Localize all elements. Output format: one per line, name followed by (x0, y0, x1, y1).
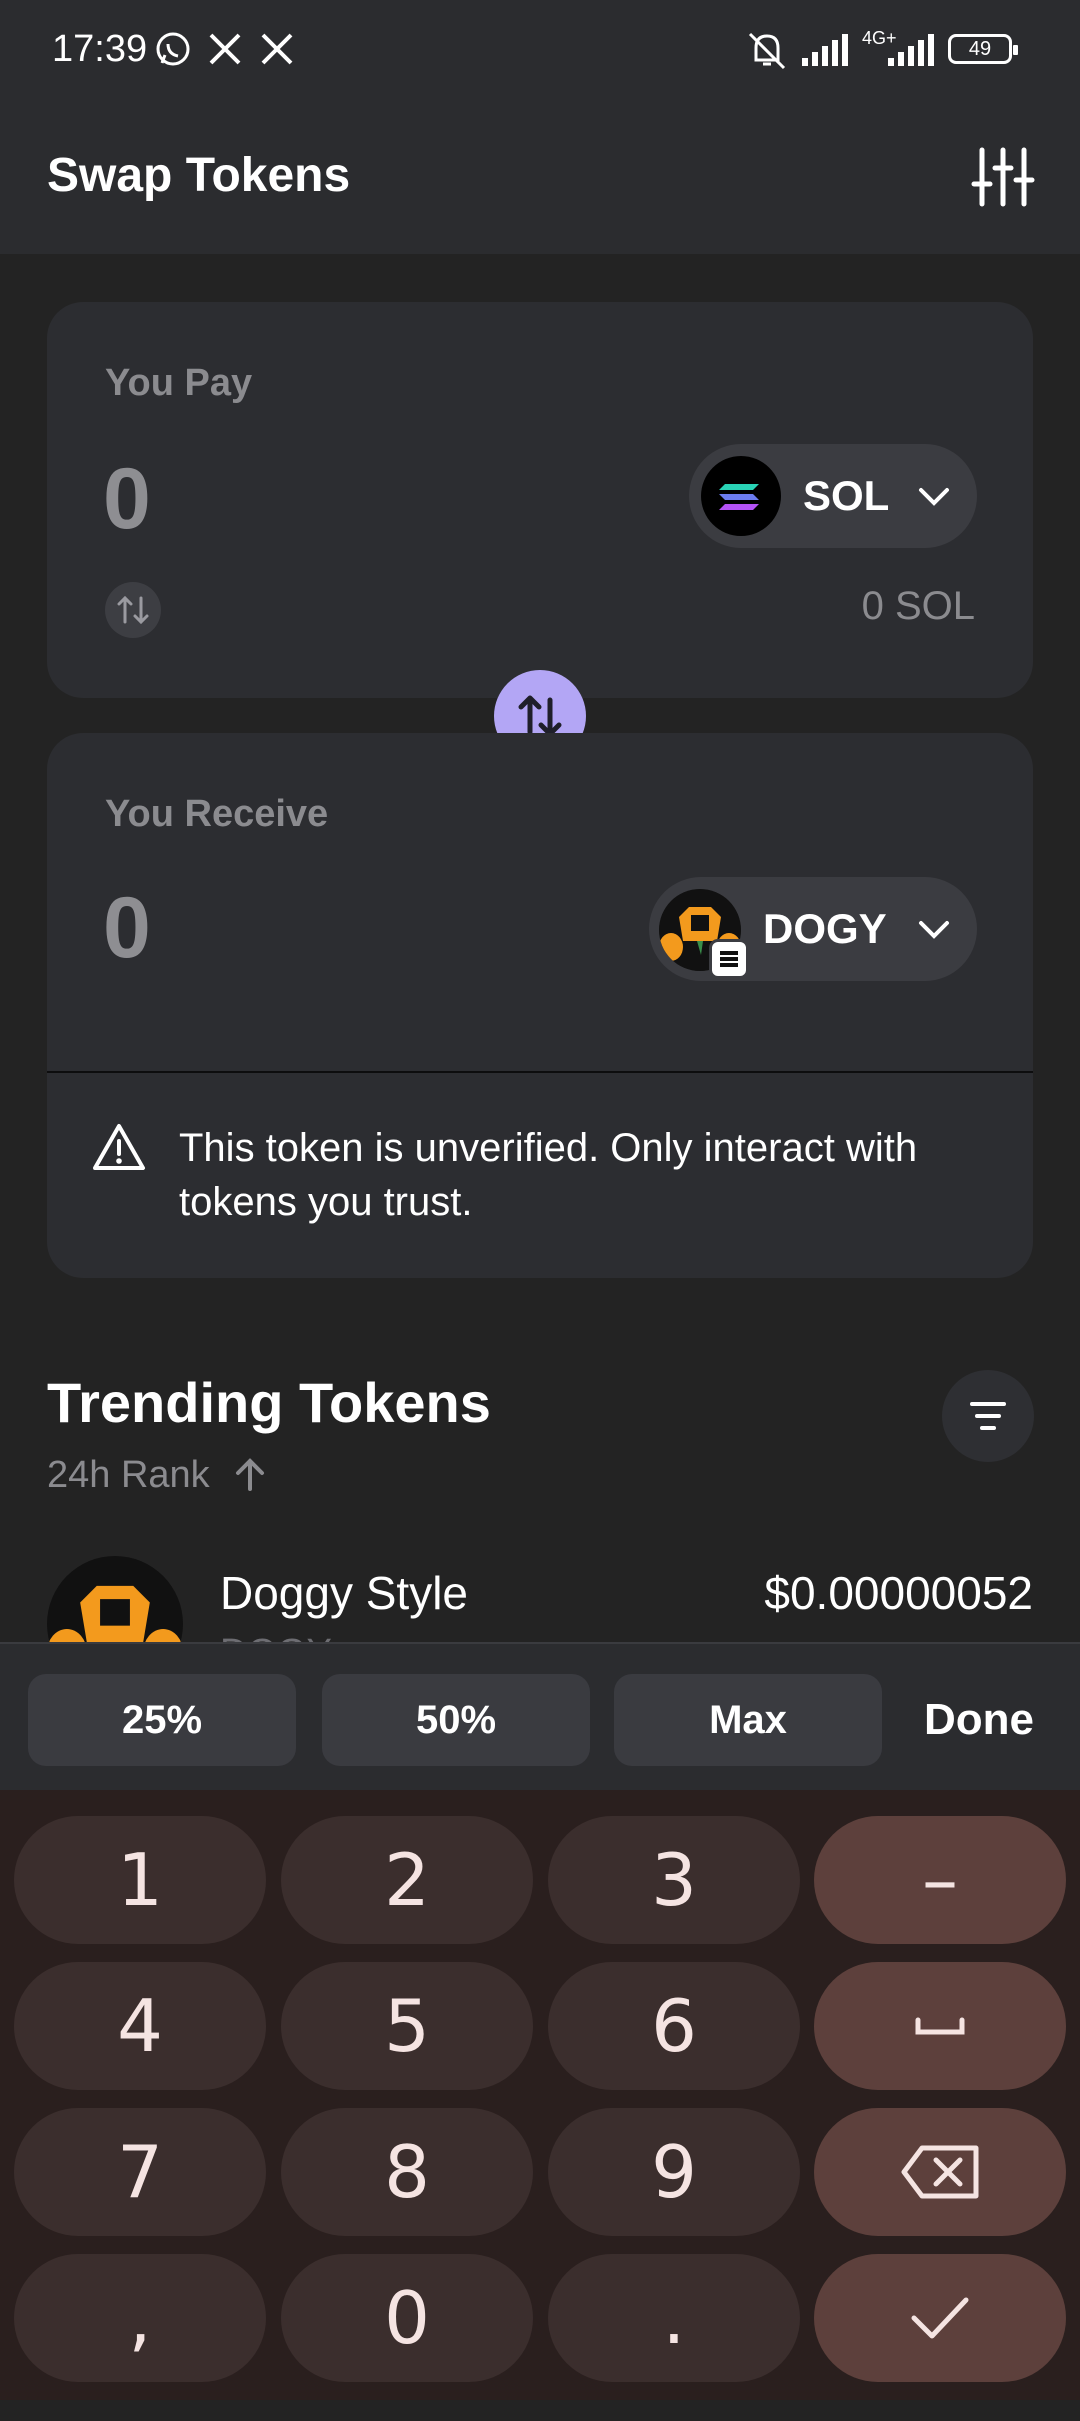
sliders-icon[interactable] (970, 144, 1036, 210)
whatsapp-icon (156, 32, 190, 66)
list-item[interactable]: Doggy Style $0.00000052 DOGY (0, 1540, 1080, 1692)
percent-50-button[interactable]: 50% (322, 1674, 590, 1766)
space-icon (915, 2017, 965, 2035)
key-period[interactable]: . (548, 2254, 800, 2382)
receive-label: You Receive (105, 793, 329, 835)
key-4[interactable]: 4 (14, 1962, 266, 2090)
filter-icon (970, 1402, 1006, 1430)
signal-icon (888, 34, 934, 66)
key-comma[interactable]: , (14, 2254, 266, 2382)
key-8[interactable]: 8 (281, 2108, 533, 2236)
key-2[interactable]: 2 (281, 1816, 533, 1944)
key-7[interactable]: 7 (14, 2108, 266, 2236)
backspace-icon (901, 2145, 979, 2199)
sort-toggle[interactable]: 24h Rank (47, 1454, 268, 1497)
quick-amount-bar: 25% 50% Max Done (0, 1642, 1080, 1792)
pay-token-symbol: SOL (803, 472, 890, 519)
done-button[interactable]: Done (924, 1674, 1034, 1766)
unverified-warning: This token is unverified. Only interact … (179, 1126, 918, 1224)
status-time: 17:39 (52, 28, 148, 70)
divider (47, 1071, 1033, 1073)
key-backspace[interactable] (814, 2108, 1066, 2236)
toggle-currency-button[interactable] (105, 582, 161, 638)
numeric-keyboard: 1 2 3 – 4 5 6 7 8 9 , 0 . (0, 1790, 1080, 2400)
status-bar: 17:39 4G+ 49 (0, 0, 1080, 100)
bell-muted-icon (748, 32, 786, 70)
key-minus[interactable]: – (814, 1816, 1066, 1944)
key-5[interactable]: 5 (281, 1962, 533, 2090)
x-logo-icon (209, 33, 241, 65)
receive-amount: 0 (103, 880, 151, 976)
pay-panel: You Pay 0 SOL 0 SOL (47, 302, 1033, 698)
sort-label: 24h Rank (47, 1454, 210, 1496)
percent-25-button[interactable]: 25% (28, 1674, 296, 1766)
pay-token-selector[interactable]: SOL (689, 444, 977, 548)
swap-arrows-icon (117, 595, 149, 625)
filter-button[interactable] (942, 1370, 1034, 1462)
sol-token-icon (701, 456, 781, 536)
chain-badge-icon (709, 939, 749, 979)
max-button[interactable]: Max (614, 1674, 882, 1766)
arrow-up-icon (236, 1458, 265, 1491)
battery-indicator: 49 (948, 34, 1018, 64)
chevron-down-icon (919, 921, 949, 939)
token-price: $0.00000052 (764, 1567, 1033, 1619)
key-1[interactable]: 1 (14, 1816, 266, 1944)
chevron-down-icon (919, 488, 949, 506)
x-logo-icon (261, 33, 293, 65)
key-9[interactable]: 9 (548, 2108, 800, 2236)
key-space[interactable] (814, 1962, 1066, 2090)
pay-amount-input[interactable]: 0 (103, 450, 151, 549)
warning-triangle-icon (93, 1124, 145, 1170)
app-header: Swap Tokens (0, 100, 1080, 254)
signal-icon (802, 34, 848, 66)
key-6[interactable]: 6 (548, 1962, 800, 2090)
pay-balance: 0 SOL (861, 584, 975, 628)
key-0[interactable]: 0 (281, 2254, 533, 2382)
section-title: Trending Tokens (47, 1371, 491, 1434)
key-3[interactable]: 3 (548, 1816, 800, 1944)
receive-token-symbol: DOGY (763, 905, 887, 952)
receive-token-selector[interactable]: DOGY (649, 877, 977, 981)
key-enter[interactable] (814, 2254, 1066, 2382)
page-title: Swap Tokens (47, 149, 351, 202)
receive-panel: You Receive 0 DOGY This token is unverif… (47, 733, 1033, 1278)
pay-label: You Pay (105, 362, 253, 404)
checkmark-icon (911, 2297, 969, 2339)
token-name: Doggy Style (220, 1567, 469, 1619)
